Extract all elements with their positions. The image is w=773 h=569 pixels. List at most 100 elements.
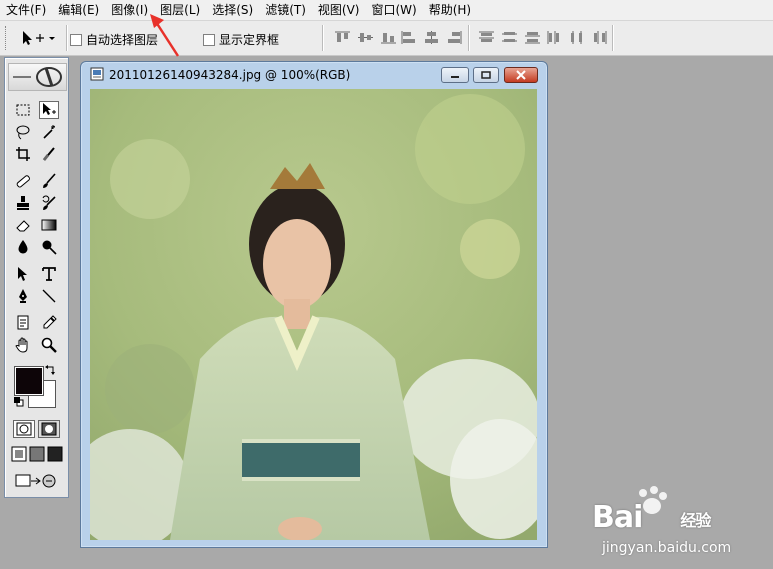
show-bounds-label: 显示定界框 [219, 33, 280, 47]
foreground-color-swatch[interactable] [14, 366, 44, 396]
screen-mode-standard[interactable] [11, 446, 27, 462]
eyedropper-icon [43, 315, 57, 329]
menu-bar: 文件(F) 编辑(E) 图像(I) 图层(L) 选择(S) 滤镜(T) 视图(V… [0, 0, 773, 21]
magic-wand-tool[interactable] [39, 123, 59, 141]
type-tool[interactable] [39, 265, 59, 283]
crop-icon [16, 147, 30, 161]
auto-select-layer-checkbox[interactable]: 自动选择图层 [70, 31, 158, 48]
dodge-icon [42, 240, 57, 255]
type-icon [42, 267, 56, 281]
minimize-button[interactable] [441, 67, 469, 83]
menu-edit[interactable]: 编辑(E) [52, 0, 105, 20]
align-buttons [334, 30, 397, 45]
distribute-horizontal-buttons [546, 30, 609, 45]
menu-file[interactable]: 文件(F) [0, 0, 52, 20]
default-colors-icon[interactable] [13, 396, 24, 407]
restore-icon [481, 71, 491, 79]
gradient-tool[interactable] [39, 216, 59, 234]
photoshop-eye-icon [13, 67, 62, 87]
clone-stamp-tool[interactable] [13, 194, 33, 212]
lasso-tool[interactable] [13, 123, 33, 141]
zoom-icon [41, 337, 57, 353]
history-brush-tool[interactable] [39, 194, 59, 212]
align-vcenter-icon[interactable] [357, 30, 374, 45]
healing-brush-icon [16, 175, 30, 188]
distribute-hcenter-icon[interactable] [569, 30, 586, 45]
imageready-icon [15, 474, 56, 488]
history-brush-icon [42, 195, 56, 210]
annotation-arrow [150, 14, 180, 57]
image-canvas[interactable] [90, 89, 537, 540]
distribute-left-icon[interactable] [546, 30, 563, 45]
hand-icon [15, 337, 28, 353]
distribute-vcenter-icon[interactable] [501, 30, 518, 45]
align-hcenter-icon[interactable] [423, 30, 440, 45]
portrait-photo [90, 89, 537, 540]
menu-filter[interactable]: 滤镜(T) [259, 0, 312, 20]
align-right-icon[interactable] [446, 30, 463, 45]
eraser-tool[interactable] [13, 216, 33, 234]
align-left-icon[interactable] [400, 30, 417, 45]
menu-window[interactable]: 窗口(W) [365, 0, 422, 20]
eyedropper-tool[interactable] [39, 314, 59, 332]
screen-mode-menu[interactable] [29, 446, 45, 462]
path-select-icon [18, 267, 27, 281]
brush-tool[interactable] [39, 172, 59, 190]
pen-icon [19, 289, 27, 303]
minimize-icon [451, 76, 459, 78]
menu-select[interactable]: 选择(S) [206, 0, 259, 20]
marquee-icon [16, 104, 30, 116]
distribute-right-icon[interactable] [592, 30, 609, 45]
screen-mode-full[interactable] [47, 446, 63, 462]
menu-image[interactable]: 图像(I) [105, 0, 154, 20]
quick-mask-button[interactable] [38, 420, 60, 438]
screen-menu-icon [29, 446, 45, 462]
brush-icon [43, 173, 56, 188]
document-icon [90, 67, 104, 81]
menu-view[interactable]: 视图(V) [312, 0, 366, 20]
align-bottom-icon[interactable] [380, 30, 397, 45]
zoom-tool[interactable] [39, 336, 59, 354]
pen-tool[interactable] [13, 287, 33, 305]
tool-preset-picker[interactable] [20, 29, 60, 47]
standard-mode-icon [16, 422, 32, 436]
close-button[interactable] [504, 67, 538, 83]
menu-help[interactable]: 帮助(H) [423, 0, 477, 20]
distribute-top-icon[interactable] [478, 30, 495, 45]
clone-stamp-icon [17, 196, 29, 210]
move-tool[interactable] [39, 101, 59, 119]
checkbox-box[interactable] [203, 33, 215, 46]
blur-icon [18, 240, 28, 254]
path-selection-tool[interactable] [13, 265, 33, 283]
notes-tool[interactable] [13, 314, 33, 332]
blur-tool[interactable] [13, 238, 33, 256]
show-bounding-box-checkbox[interactable]: 显示定界框 [203, 31, 279, 48]
dodge-tool[interactable] [39, 238, 59, 256]
checkbox-box[interactable] [70, 33, 82, 46]
slice-tool[interactable] [39, 145, 59, 163]
align-top-icon[interactable] [334, 30, 351, 45]
slice-icon [42, 147, 55, 161]
line-icon [42, 289, 56, 303]
marquee-tool[interactable] [13, 101, 33, 119]
standard-mode-button[interactable] [13, 420, 35, 438]
options-bar: 自动选择图层 显示定界框 [0, 21, 773, 56]
crop-tool[interactable] [13, 145, 33, 163]
screen-standard-icon [11, 446, 27, 462]
distribute-bottom-icon[interactable] [524, 30, 541, 45]
toolbox [4, 57, 69, 498]
notes-icon [17, 315, 29, 330]
magic-wand-icon [43, 125, 55, 139]
gradient-icon [41, 219, 57, 231]
jump-to-imageready[interactable] [13, 472, 59, 490]
maximize-button[interactable] [473, 67, 499, 83]
screen-full-icon [47, 446, 63, 462]
healing-brush-tool[interactable] [13, 172, 33, 190]
watermark-logo-suffix: 经验 [680, 510, 711, 530]
swap-colors-icon[interactable] [45, 364, 57, 376]
hand-tool[interactable] [13, 336, 33, 354]
toolbox-header[interactable] [8, 63, 67, 91]
line-tool[interactable] [39, 287, 59, 305]
options-bar-grip[interactable] [5, 26, 9, 50]
lasso-icon [16, 125, 30, 140]
